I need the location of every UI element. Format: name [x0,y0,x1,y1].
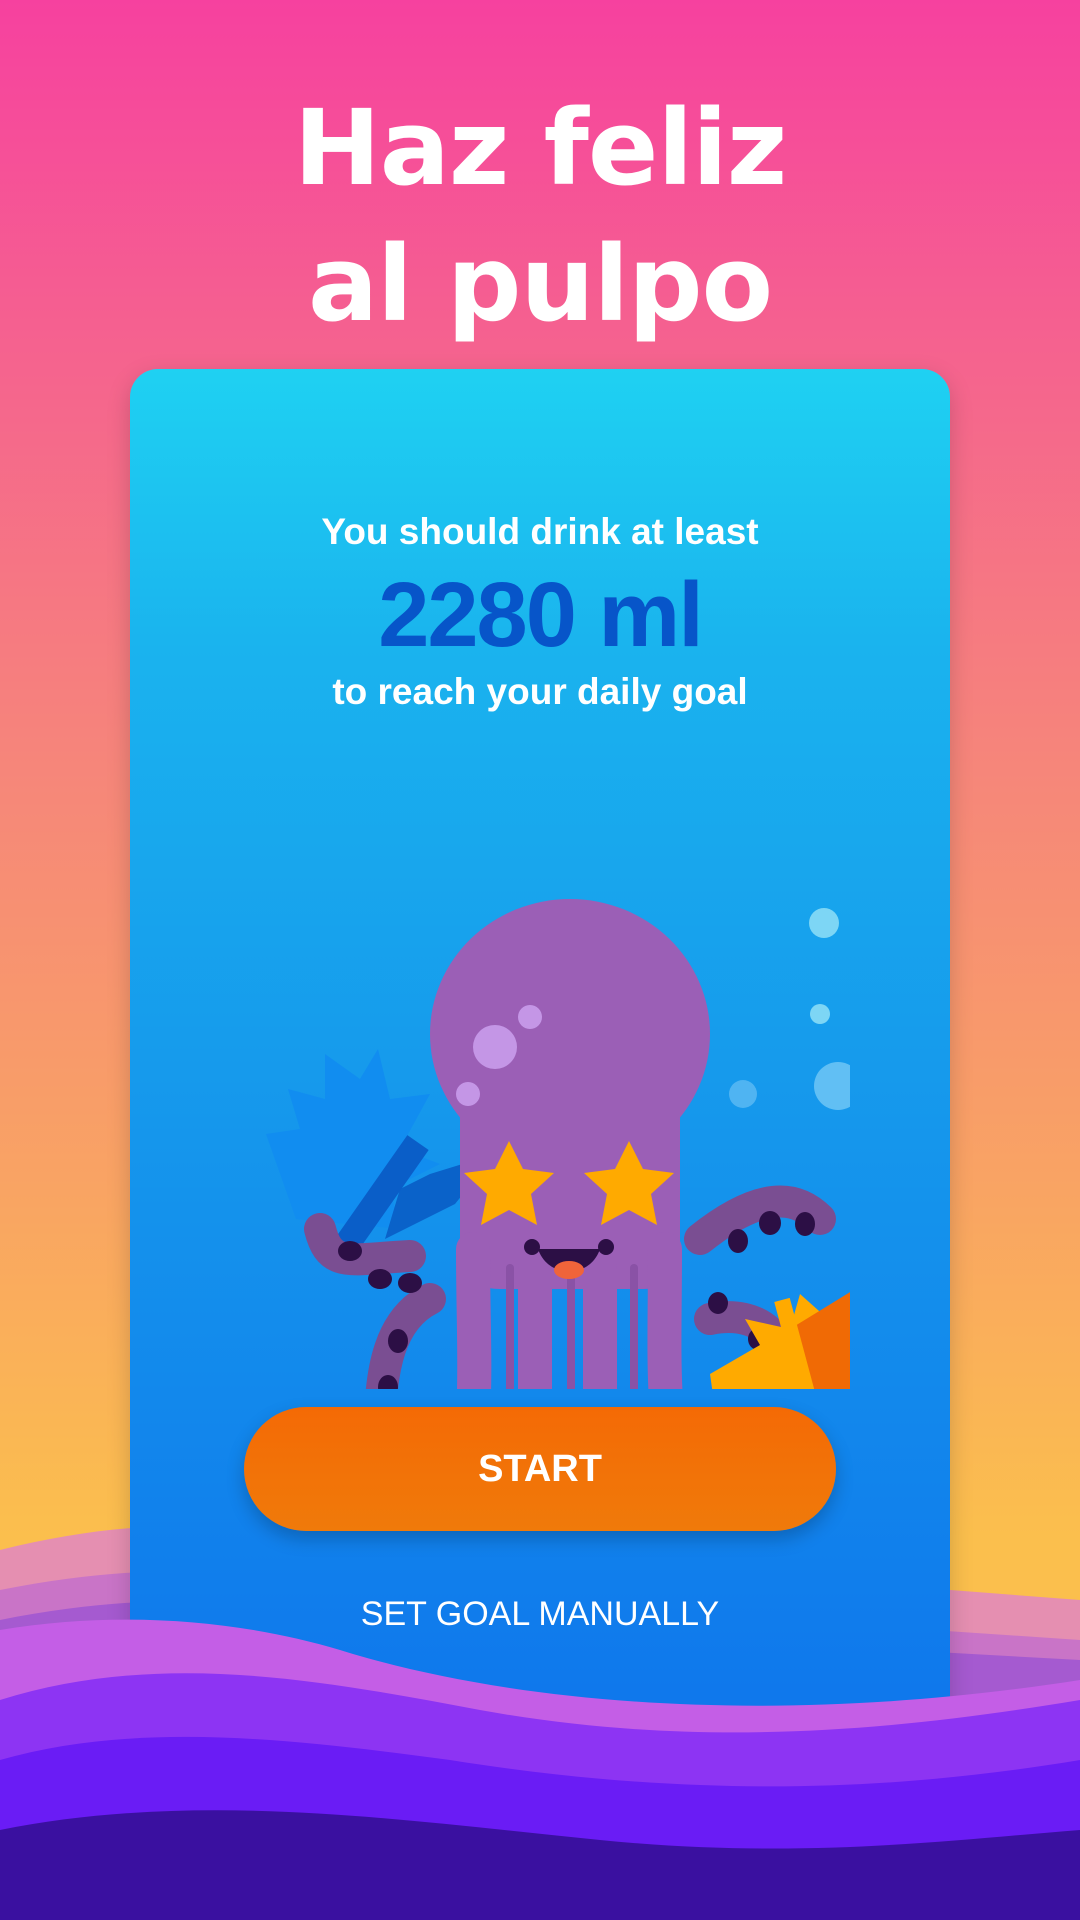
goal-intro-text: You should drink at least [321,511,759,552]
headline-line-2: al pulpo [307,223,773,345]
start-button[interactable]: START [244,1407,836,1531]
bubbles-icon [729,908,850,1110]
headline: Haz feliz al pulpo [0,80,1080,352]
headline-line-1: Haz feliz [293,87,788,209]
octopus-illustration [266,899,850,1389]
goal-card: You should drink at least 2280 ml to rea… [130,369,950,1769]
background-waves-front [0,1619,1080,1920]
